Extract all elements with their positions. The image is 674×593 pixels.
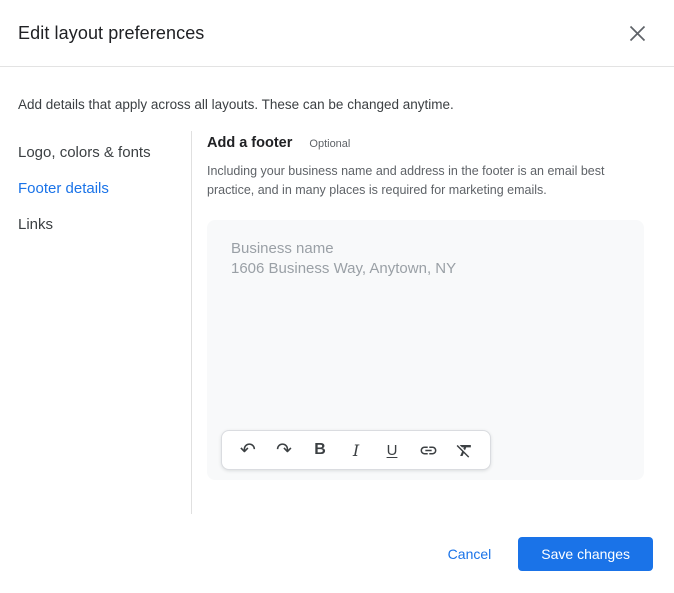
dialog-header: Edit layout preferences (0, 0, 674, 67)
cancel-button[interactable]: Cancel (436, 538, 504, 570)
save-changes-button[interactable]: Save changes (518, 537, 653, 571)
insert-link-button[interactable] (416, 438, 440, 462)
editor-placeholder-line1: Business name (231, 240, 334, 257)
section-description: Including your business name and address… (207, 164, 605, 197)
undo-icon: ↶ (240, 438, 256, 461)
bold-icon: B (314, 441, 326, 458)
sidebar-item-logo-colors-fonts[interactable]: Logo, colors & fonts (0, 145, 191, 161)
bold-button[interactable]: B (308, 438, 332, 462)
close-button[interactable] (624, 20, 650, 46)
clear-formatting-button[interactable] (452, 438, 476, 462)
footer-details-panel: Add a footer Optional Including your bus… (192, 131, 644, 514)
optional-label: Optional (309, 138, 351, 150)
close-icon (629, 25, 646, 42)
preferences-sidebar: Logo, colors & fonts Footer details Link… (0, 131, 192, 514)
dialog-title: Edit layout preferences (18, 22, 205, 43)
section-title: Add a footer (207, 135, 293, 151)
italic-button[interactable]: I (344, 438, 368, 462)
dialog-actions: Cancel Save changes (0, 537, 674, 593)
undo-button[interactable]: ↶ (236, 438, 260, 462)
editor-placeholder-line2: 1606 Business Way, Anytown, NY (231, 259, 457, 277)
underline-button[interactable]: U (380, 438, 404, 462)
sidebar-item-links[interactable]: Links (0, 217, 191, 233)
footer-text-editor[interactable]: Business name 1606 Business Way, Anytown… (207, 220, 644, 480)
underline-icon: U (386, 441, 398, 459)
redo-button[interactable]: ↷ (272, 438, 296, 462)
clear-formatting-icon (455, 441, 474, 460)
sidebar-item-footer-details[interactable]: Footer details (0, 181, 191, 197)
italic-icon: I (352, 440, 360, 460)
redo-icon: ↷ (276, 438, 292, 461)
formatting-toolbar: ↶ ↷ B I U (221, 430, 491, 470)
dialog-body: Logo, colors & fonts Footer details Link… (0, 131, 674, 514)
link-icon (419, 441, 438, 460)
edit-layout-preferences-dialog: Edit layout preferences Add details that… (0, 0, 674, 593)
section-header: Add a footer Optional (207, 135, 644, 151)
intro-text: Add details that apply across all layout… (18, 97, 454, 112)
